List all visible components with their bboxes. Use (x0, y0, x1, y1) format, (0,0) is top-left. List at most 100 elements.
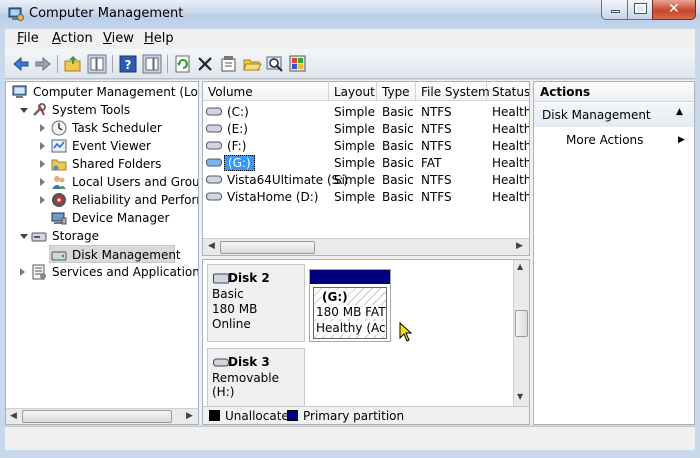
scroll-left-icon[interactable]: ◀ (208, 241, 215, 251)
collapse-section-icon[interactable]: ▲ (676, 107, 683, 117)
tools-icon (33, 103, 46, 116)
delete-icon[interactable] (195, 54, 215, 74)
volume-row[interactable]: (F:) Simple Basic NTFS Health (203, 137, 529, 154)
help-disk-icon[interactable] (288, 54, 308, 74)
tree-item-shared-folders[interactable]: Shared Folders (6, 155, 198, 173)
tree-horizontal-scrollbar[interactable]: ◀ ▶ (6, 408, 198, 424)
disk-info[interactable]: Disk 3 Removable (H:) (207, 348, 305, 408)
tree-item-local-users[interactable]: Local Users and Groups (6, 173, 198, 191)
title-bar[interactable]: Computer Management ✕ (0, 0, 700, 29)
volume-cell-fs: FAT (421, 156, 442, 170)
properties-icon[interactable] (219, 54, 239, 74)
disk-name: Disk 3 (228, 355, 270, 369)
tree-item-event-viewer[interactable]: Event Viewer (6, 137, 198, 155)
legend-primary: Primary partition (303, 409, 405, 423)
menu-file[interactable]: File (17, 31, 39, 46)
console-tree: Computer Management (Local System Tools … (5, 81, 199, 425)
expand-icon[interactable] (40, 160, 45, 168)
volume-row[interactable]: Vista64Ultimate (S:) Simple Basic NTFS Healt… (203, 171, 529, 188)
open-icon[interactable] (242, 54, 262, 74)
menu-bar: File Action View Help (5, 29, 695, 49)
column-header-volume[interactable]: Volume (203, 82, 329, 101)
removable-disk-icon (213, 358, 229, 367)
up-folder-icon[interactable] (63, 54, 83, 74)
expand-icon[interactable] (40, 178, 45, 186)
volume-label: (G:) (322, 290, 348, 304)
volume-body[interactable]: (G:) 180 MB FAT Healthy (Act (313, 287, 387, 339)
expand-icon[interactable] (40, 124, 45, 132)
volume-cell-volume: (G:) (224, 155, 255, 171)
tree-item-computer-management[interactable]: Computer Management (Local (6, 83, 199, 101)
volume-cell-volume: (E:) (227, 122, 248, 136)
forward-icon[interactable] (33, 54, 53, 74)
volume-scroll-thumb[interactable] (220, 241, 315, 254)
tree-item-services[interactable]: Services and Applications (6, 263, 198, 281)
tree-label: Event Viewer (72, 139, 151, 153)
menu-view[interactable]: View (103, 31, 134, 46)
legend-unallocated: Unallocated (225, 409, 297, 423)
tree-item-storage[interactable]: Storage (6, 227, 198, 245)
volume-row[interactable]: (C:) Simple Basic NTFS Health (203, 103, 529, 120)
menu-help[interactable]: Help (144, 31, 174, 46)
volume-cell-volume: (C:) (227, 105, 249, 119)
minimize-button[interactable] (601, 0, 628, 20)
volume-row[interactable]: (E:) Simple Basic NTFS Health (203, 120, 529, 137)
column-header-file-system[interactable]: File System (416, 82, 490, 101)
refresh-icon[interactable] (173, 54, 193, 74)
tree-label: Computer Management (Local (33, 85, 199, 99)
column-header-layout[interactable]: Layout (329, 82, 377, 101)
collapse-icon[interactable] (20, 108, 28, 117)
scroll-left-icon[interactable]: ◀ (10, 411, 17, 421)
tree-label: Task Scheduler (72, 121, 162, 135)
disk-scroll-thumb[interactable] (515, 310, 528, 337)
volume-cell-layout: Simple (334, 190, 375, 204)
show-hide-action-pane-icon[interactable] (142, 54, 162, 74)
svg-text:?: ? (125, 58, 132, 72)
volume-row[interactable]: VistaHome (D:) Simple Basic NTFS Health (203, 188, 529, 205)
tree-item-disk-management[interactable]: Disk Management (49, 245, 181, 263)
column-header-type[interactable]: Type (377, 82, 416, 101)
help-icon[interactable]: ? (118, 54, 138, 74)
disk-size: 180 MB (212, 302, 258, 316)
column-header-status[interactable]: Status (487, 82, 529, 101)
volume-cell-type: Basic (382, 156, 414, 170)
volume-cell-layout: Simple (334, 105, 375, 119)
more-actions-item[interactable]: More Actions (566, 133, 643, 147)
disk-vertical-scrollbar[interactable]: ▲ ▼ (513, 260, 529, 407)
scroll-right-icon[interactable]: ▶ (186, 411, 193, 421)
expand-icon[interactable] (20, 268, 25, 276)
volume-cell-volume: (F:) (227, 139, 247, 153)
shared-folder-icon (51, 159, 67, 171)
back-icon[interactable] (11, 54, 31, 74)
expand-icon[interactable] (40, 142, 45, 150)
mouse-cursor-icon (399, 322, 413, 342)
expand-icon[interactable] (40, 196, 45, 204)
clock-icon (51, 120, 67, 136)
tree-scroll-thumb[interactable] (22, 410, 172, 423)
menu-action[interactable]: Action (52, 31, 93, 46)
tree-label: Disk Management (72, 248, 181, 262)
tree-item-device-manager[interactable]: Device Manager (6, 209, 198, 227)
close-button[interactable]: ✕ (652, 0, 696, 20)
volume-row[interactable]: (G:) Simple Basic FAT Health (203, 154, 529, 171)
search-disk-icon[interactable] (265, 54, 285, 74)
primary-partition-bar (310, 270, 390, 284)
actions-section-disk-management[interactable]: Disk Management ▲ (534, 103, 694, 127)
tree-item-task-scheduler[interactable]: Task Scheduler (6, 119, 198, 137)
scroll-up-icon[interactable]: ▲ (517, 262, 523, 271)
window-title: Computer Management (29, 6, 184, 21)
users-icon (52, 176, 66, 189)
volume-block[interactable]: (G:) 180 MB FAT Healthy (Act (309, 269, 391, 342)
collapse-icon[interactable] (20, 234, 28, 243)
volume-cell-layout: Simple (334, 156, 375, 170)
volume-cell-fs: NTFS (421, 122, 452, 136)
scroll-down-icon[interactable]: ▼ (517, 392, 523, 401)
disk-info[interactable]: Disk 2 Basic 180 MB Online (207, 264, 305, 342)
tree-item-reliability[interactable]: Reliability and Performa (6, 191, 198, 209)
maximize-button[interactable] (627, 0, 653, 20)
device-manager-icon (51, 212, 67, 225)
tree-item-system-tools[interactable]: System Tools (6, 101, 198, 119)
scroll-right-icon[interactable]: ▶ (516, 241, 523, 251)
volume-horizontal-scrollbar[interactable]: ◀ ▶ (203, 238, 529, 255)
show-hide-tree-icon[interactable] (87, 54, 107, 74)
